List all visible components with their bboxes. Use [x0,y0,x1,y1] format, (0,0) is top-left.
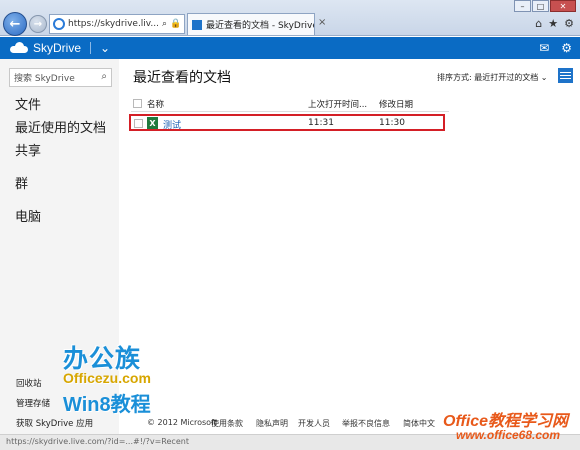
row-checkbox[interactable] [134,119,143,128]
main-content: 最近查看的文档 排序方式: 最近打开过的文档 ⌄ 名称 上次打开时间... 修改… [119,59,580,434]
home-icon[interactable]: ⌂ [535,17,542,30]
browser-chrome: – □ ✕ ← → https://skydrive.liv... ⌕ 🔒 ↻ … [0,0,580,36]
address-bar[interactable]: https://skydrive.liv... ⌕ 🔒 ↻ [49,14,185,34]
excel-file-icon: X [147,117,158,129]
header-actions: ✉ ⚙ [539,41,572,55]
refresh-icon[interactable]: ↻ [184,19,185,29]
sidebar-item-pcs[interactable]: 电脑 [15,206,41,225]
sidebar-item-groups[interactable]: 群 [15,173,28,192]
footer-link-privacy[interactable]: 隐私声明 [256,418,288,429]
header-divider-line [131,111,449,112]
details-view-icon[interactable] [558,68,573,83]
minimize-icon[interactable]: – [514,0,531,12]
copyright-text: © 2012 Microsoft [147,418,217,427]
tab-skydrive[interactable]: 最近查看的文档 - SkyDrive [187,13,315,35]
table-row[interactable]: X 测试 11:31 11:30 [129,114,445,131]
sidebar-item-shared[interactable]: 共享 [15,140,41,159]
ie-icon [53,18,65,30]
address-search-icon[interactable]: ⌕ [162,19,167,29]
manage-storage-link[interactable]: 管理存储 [16,397,50,409]
lock-icon: 🔒 [170,19,182,29]
chevron-down-icon[interactable]: ⌄ [100,41,110,55]
watermark-officezu: Officezu.com [63,370,151,386]
tab-title: 最近查看的文档 - SkyDrive [206,21,315,31]
tab-close-icon[interactable]: × [318,17,326,28]
search-icon[interactable]: ⌕ [101,71,107,82]
recycle-bin-link[interactable]: 回收站 [16,377,42,389]
footer-link-report[interactable]: 举报不良信息 [342,418,390,429]
browser-toolbar-icons: ⌂ ★ ⚙ [535,17,574,30]
column-last-opened[interactable]: 上次打开时间... [308,98,367,110]
file-modified: 11:30 [379,118,405,128]
column-name[interactable]: 名称 [147,98,164,110]
search-input[interactable]: 搜索 SkyDrive ⌕ [9,68,112,87]
footer-link-language[interactable]: 简体中文 [403,418,435,429]
tools-gear-icon[interactable]: ⚙ [564,17,574,30]
back-button[interactable]: ← [3,12,27,36]
watermark-win8: Win8教程 [63,394,151,416]
favorites-star-icon[interactable]: ★ [548,17,558,30]
watermark-office68: www.office68.com [456,428,561,442]
column-modified[interactable]: 修改日期 [379,98,413,110]
skydrive-favicon [192,19,202,30]
page-title: 最近查看的文档 [133,70,231,86]
sidebar-item-files[interactable]: 文件 [15,94,41,113]
select-all-checkbox[interactable] [133,99,142,108]
settings-gear-icon[interactable]: ⚙ [561,41,572,55]
window-controls: – □ ✕ [513,0,576,12]
brand-name: SkyDrive [33,41,82,55]
footer-link-developers[interactable]: 开发人员 [298,418,330,429]
close-window-icon[interactable]: ✕ [550,0,576,12]
address-text: https://skydrive.liv... [68,19,160,29]
file-last-opened: 11:31 [308,118,334,128]
chevron-down-icon: ⌄ [540,73,548,82]
skydrive-header: SkyDrive ⌄ ✉ ⚙ [0,37,580,59]
search-placeholder: 搜索 SkyDrive [14,74,75,84]
header-divider [90,42,92,54]
cloud-icon [10,42,28,53]
skydrive-logo[interactable]: SkyDrive ⌄ [0,41,110,55]
file-name-link[interactable]: 测试 [163,118,181,131]
messenger-icon[interactable]: ✉ [539,41,549,55]
forward-button[interactable]: → [29,15,47,33]
maximize-icon[interactable]: □ [532,0,549,12]
sort-dropdown[interactable]: 排序方式: 最近打开过的文档 ⌄ [437,72,548,83]
column-header-row: 名称 上次打开时间... 修改日期 [131,97,451,111]
sort-label: 排序方式: 最近打开过的文档 [437,73,539,82]
footer-link-terms[interactable]: 使用条款 [211,418,243,429]
sidebar-item-recent[interactable]: 最近使用的文档 [15,117,106,136]
